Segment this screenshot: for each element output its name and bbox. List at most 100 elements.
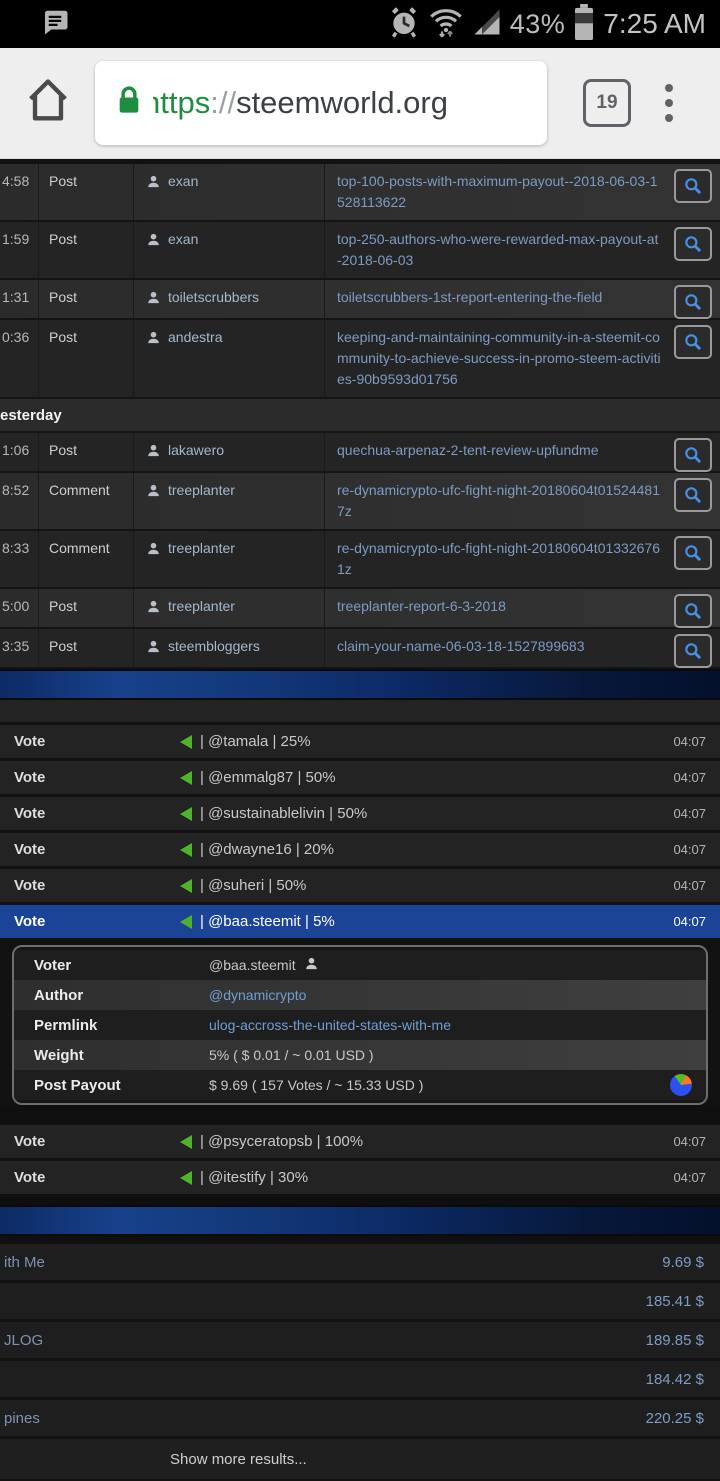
search-icon[interactable]	[674, 169, 712, 203]
post-permlink[interactable]: claim-your-name-06-03-18-1527899683	[325, 629, 670, 667]
post-type: Post	[39, 320, 134, 397]
post-author[interactable]: exan	[134, 164, 325, 220]
clipped-vote-row[interactable]: | |	[0, 700, 720, 722]
panel-value[interactable]: @dynamicrypto	[209, 987, 706, 1003]
result-amount: 184.42 $	[645, 1370, 704, 1388]
vote-detail-text: | @suheri | 50%	[180, 877, 306, 894]
post-author[interactable]: treeplanter	[134, 589, 325, 627]
vote-time: 04:07	[673, 806, 706, 821]
vote-arrow-icon	[180, 1170, 192, 1185]
url-bar[interactable]: https://steemworld.org	[95, 61, 547, 145]
post-time: 8:52	[0, 473, 39, 529]
page-content: 4:58 Post exan top-100-posts-with-maximum-p…	[0, 159, 720, 1481]
url-separator: ://	[210, 85, 237, 120]
post-permlink[interactable]: quechua-arpenaz-2-tent-review-upfundme	[325, 433, 670, 471]
post-type: Post	[39, 589, 134, 627]
result-amount: 189.85 $	[645, 1331, 704, 1349]
post-time: 8:33	[0, 531, 39, 587]
vote-type-label: Vote	[14, 841, 46, 858]
vote-arrow-icon	[180, 770, 192, 785]
result-row[interactable]: 185.41 $	[0, 1283, 720, 1319]
search-icon[interactable]	[674, 536, 712, 570]
vote-row[interactable]: Vote | @itestify | 30% 04:07	[0, 1161, 720, 1194]
vote-row-selected[interactable]: Vote | @baa.steemit | 5% 04:07	[0, 905, 720, 938]
post-row[interactable]: 1:31 Post toiletscrubbers toiletscrubbers-1…	[0, 280, 720, 320]
tab-counter[interactable]: 19	[583, 79, 631, 127]
result-amount: 185.41 $	[645, 1292, 704, 1310]
post-row[interactable]: 8:52 Comment treeplanter re-dynamicrypto-uf…	[0, 473, 720, 531]
result-row[interactable]: ith Me 9.69 $	[0, 1244, 720, 1280]
vote-time: 04:07	[673, 914, 706, 929]
vote-row[interactable]: Vote | @emmalg87 | 50% 04:07	[0, 761, 720, 794]
result-row[interactable]: pines 220.25 $	[0, 1400, 720, 1436]
post-author[interactable]: andestra	[134, 320, 325, 397]
wifi-icon	[428, 6, 464, 43]
overflow-menu-icon[interactable]	[665, 84, 673, 122]
result-row[interactable]: JLOG 189.85 $	[0, 1322, 720, 1358]
panel-row: Voter @baa.steemit	[14, 950, 706, 980]
battery-percent: 43%	[509, 8, 566, 39]
vote-arrow-icon	[180, 734, 192, 749]
vote-time: 04:07	[673, 734, 706, 749]
vote-time: 04:07	[673, 1170, 706, 1185]
post-row[interactable]: 1:59 Post exan top-250-authors-who-were-rew…	[0, 222, 720, 280]
search-icon[interactable]	[674, 285, 712, 319]
search-icon[interactable]	[674, 325, 712, 359]
browser-toolbar: https://steemworld.org 19	[0, 48, 720, 159]
post-permlink[interactable]: re-dynamicrypto-ufc-fight-night-20180604…	[325, 531, 670, 587]
person-icon	[146, 538, 161, 562]
posts-table: 4:58 Post exan top-100-posts-with-maximum-p…	[0, 164, 720, 669]
home-icon[interactable]	[22, 75, 74, 132]
search-icon[interactable]	[674, 634, 712, 668]
panel-label: Author	[34, 986, 84, 1004]
post-author[interactable]: exan	[134, 222, 325, 278]
show-more-button[interactable]: Show more results...	[0, 1439, 720, 1479]
result-row[interactable]: 184.42 $	[0, 1361, 720, 1397]
post-row[interactable]: 3:35 Post steembloggers claim-your-name-06-…	[0, 629, 720, 669]
post-author[interactable]: treeplanter	[134, 473, 325, 529]
vote-type-label: Vote	[14, 733, 46, 750]
vote-type-label: Vote	[14, 1133, 46, 1150]
post-row[interactable]: 8:33 Comment treeplanter re-dynamicrypto-uf…	[0, 531, 720, 589]
post-row[interactable]: 4:58 Post exan top-100-posts-with-maximum-p…	[0, 164, 720, 222]
vote-row[interactable]: Vote | @sustainablelivin | 50% 04:07	[0, 797, 720, 830]
results-list: ith Me 9.69 $ 185.41 $ JLOG 189.85 $ 184.42 $…	[0, 1244, 720, 1436]
post-author[interactable]: lakawero	[134, 433, 325, 471]
post-author[interactable]: toiletscrubbers	[134, 280, 325, 318]
url-scheme: https	[153, 85, 211, 120]
vote-row[interactable]: Vote | @tamala | 25% 04:07	[0, 725, 720, 758]
post-permlink[interactable]: top-250-authors-who-were-rewarded-max-pa…	[325, 222, 670, 278]
search-icon[interactable]	[674, 438, 712, 472]
person-icon	[146, 636, 161, 660]
post-permlink[interactable]: keeping-and-maintaining-community-in-a-s…	[325, 320, 670, 397]
post-permlink[interactable]: top-100-posts-with-maximum-payout--2018-…	[325, 164, 670, 220]
section-divider-bar-1	[0, 669, 720, 700]
post-permlink[interactable]: re-dynamicrypto-ufc-fight-night-20180604…	[325, 473, 670, 529]
url-host: steemworld.org	[236, 85, 448, 120]
post-author[interactable]: treeplanter	[134, 531, 325, 587]
result-label: pines	[4, 1409, 40, 1427]
post-author[interactable]: steembloggers	[134, 629, 325, 667]
search-icon[interactable]	[674, 594, 712, 628]
vote-row[interactable]: Vote | @suheri | 50% 04:07	[0, 869, 720, 902]
post-permlink[interactable]: treeplanter-report-6-3-2018	[325, 589, 670, 627]
post-row[interactable]: 0:36 Post andestra keeping-and-maintaining-…	[0, 320, 720, 399]
vote-arrow-icon	[180, 1134, 192, 1149]
panel-label: Weight	[34, 1046, 84, 1064]
vote-type-label: Vote	[14, 913, 46, 930]
post-permlink[interactable]: toiletscrubbers-1st-report-entering-the-…	[325, 280, 670, 318]
votes-list-before: Vote | @tamala | 25% 04:07 Vote | @emmalg87 …	[0, 725, 720, 938]
vote-detail-panel: Voter @baa.steemit Author @dynamicrypto Perm…	[12, 945, 708, 1105]
vote-row[interactable]: Vote | @psyceratopsb | 100% 04:07	[0, 1125, 720, 1158]
post-row[interactable]: 1:06 Post lakawero quechua-arpenaz-2-tent-r…	[0, 433, 720, 473]
vote-row[interactable]: Vote | @dwayne16 | 20% 04:07	[0, 833, 720, 866]
panel-row: Permlink ulog-accross-the-united-states-w…	[14, 1010, 706, 1040]
post-row[interactable]: 5:00 Post treeplanter treeplanter-report-6-…	[0, 589, 720, 629]
vote-arrow-icon	[180, 806, 192, 821]
panel-value[interactable]: ulog-accross-the-united-states-with-me	[209, 1017, 706, 1033]
pie-chart-icon[interactable]	[670, 1074, 692, 1096]
post-time: 5:00	[0, 589, 39, 627]
vote-detail-text: | @psyceratopsb | 100%	[180, 1133, 363, 1150]
search-icon[interactable]	[674, 478, 712, 512]
search-icon[interactable]	[674, 227, 712, 261]
